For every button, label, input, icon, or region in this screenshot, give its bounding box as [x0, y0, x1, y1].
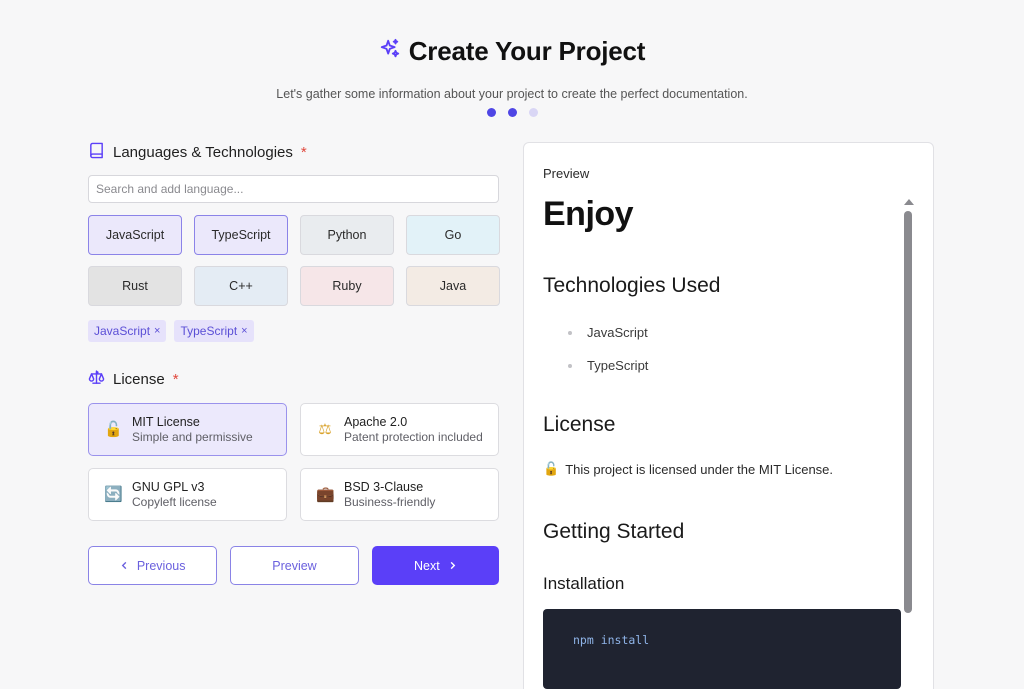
page-title: Create Your Project: [408, 36, 646, 66]
language-option-label: C++: [229, 279, 253, 293]
chip-label: TypeScript: [180, 324, 238, 338]
language-option-go[interactable]: Go: [406, 215, 500, 255]
scales-icon: ⚖: [318, 420, 332, 438]
languages-heading-text: Languages & Technologies: [113, 144, 293, 161]
license-option-gpl[interactable]: 🔄 GNU GPL v3 Copyleft license: [88, 468, 287, 521]
next-button-label: Next: [413, 558, 440, 573]
step-dot-3: [528, 108, 538, 117]
scales-icon: [88, 369, 105, 390]
bullet-icon: [568, 363, 572, 368]
step-dot-2: [507, 108, 517, 117]
language-option-ruby[interactable]: Ruby: [300, 266, 394, 306]
doc-getting-started-heading: Getting Started: [543, 520, 685, 543]
sparkles-icon: [379, 38, 401, 65]
code-text: npm install: [573, 633, 650, 647]
language-grid: JavaScript TypeScript Python Go Rust C++…: [88, 215, 500, 306]
scroll-up-arrow-icon[interactable]: [904, 199, 914, 205]
language-option-rust[interactable]: Rust: [88, 266, 182, 306]
language-search-input[interactable]: [88, 175, 499, 203]
license-description: Simple and permissive: [132, 430, 253, 444]
language-option-label: Go: [444, 228, 462, 242]
unlocked-icon: 🔓: [543, 461, 560, 476]
required-mark: *: [300, 144, 307, 161]
license-heading-text: License: [113, 371, 165, 388]
license-description: Patent protection included: [344, 430, 483, 444]
unlocked-icon: 🔓: [104, 420, 123, 438]
chip-label: JavaScript: [94, 324, 151, 338]
refresh-icon: 🔄: [104, 485, 123, 503]
license-heading: License *: [88, 369, 499, 390]
required-mark: *: [172, 371, 179, 388]
language-option-javascript[interactable]: JavaScript: [88, 215, 182, 255]
license-description: Copyleft license: [132, 495, 217, 509]
bullet-icon: [568, 330, 572, 335]
language-option-typescript[interactable]: TypeScript: [194, 215, 288, 255]
doc-license-line: 🔓 This project is licensed under the MIT…: [543, 461, 901, 477]
license-description: Business-friendly: [344, 495, 436, 509]
license-name: Apache 2.0: [344, 415, 408, 429]
languages-heading: Languages & Technologies *: [88, 142, 499, 163]
step-indicator: [0, 108, 1024, 117]
preview-panel: Preview Enjoy Technologies Used JavaScri…: [523, 142, 934, 689]
language-option-label: Rust: [122, 279, 148, 293]
license-option-bsd[interactable]: 💼 BSD 3-Clause Business-friendly: [300, 468, 499, 521]
page-subtitle: Let's gather some information about your…: [276, 87, 748, 101]
book-icon: [88, 142, 105, 163]
language-option-python[interactable]: Python: [300, 215, 394, 255]
language-option-label: Python: [327, 228, 367, 242]
title-row: Create Your Project: [0, 36, 1024, 67]
wizard-navigation: Previous Preview Next: [88, 546, 499, 585]
language-option-label: TypeScript: [211, 228, 271, 242]
language-option-cpp[interactable]: C++: [194, 266, 288, 306]
doc-installation-heading: Installation: [543, 574, 625, 593]
doc-license-text: This project is licensed under the MIT L…: [565, 461, 834, 477]
language-option-label: Java: [439, 279, 467, 293]
doc-tech-list: JavaScript TypeScript: [543, 325, 901, 373]
chevron-right-icon: [448, 559, 457, 573]
selected-language-chip: JavaScript ×: [88, 320, 167, 342]
code-block: npm install: [543, 609, 901, 689]
preview-document: Enjoy Technologies Used JavaScript TypeS…: [543, 195, 901, 689]
selected-language-chip: TypeScript ×: [174, 320, 254, 342]
preview-button[interactable]: Preview: [230, 546, 359, 585]
doc-tech-heading: Technologies Used: [543, 274, 721, 297]
language-option-label: JavaScript: [105, 228, 165, 242]
page: Create Your Project Let's gather some in…: [0, 0, 1024, 689]
license-option-apache[interactable]: ⚖ Apache 2.0 Patent protection included: [300, 403, 499, 456]
preview-button-label: Preview: [272, 558, 317, 573]
license-name: GNU GPL v3: [132, 480, 205, 494]
form-column: Languages & Technologies * JavaScript Ty…: [88, 142, 500, 585]
language-option-java[interactable]: Java: [406, 266, 500, 306]
language-option-label: Ruby: [332, 279, 362, 293]
previous-button-label: Previous: [136, 558, 186, 573]
remove-chip-button[interactable]: ×: [241, 325, 247, 337]
preview-scrollbar[interactable]: [904, 199, 914, 619]
chevron-left-icon: [120, 559, 129, 573]
list-item: JavaScript: [568, 325, 901, 340]
next-button[interactable]: Next: [371, 546, 499, 585]
license-option-mit[interactable]: 🔓 MIT License Simple and permissive: [88, 403, 287, 456]
briefcase-icon: 💼: [316, 485, 335, 503]
license-name: BSD 3-Clause: [344, 480, 424, 494]
selected-languages: JavaScript × TypeScript ×: [88, 320, 499, 342]
license-name: MIT License: [132, 415, 200, 429]
step-dot-1: [486, 108, 496, 117]
remove-chip-button[interactable]: ×: [154, 325, 160, 337]
preview-panel-label: Preview: [543, 166, 590, 181]
doc-license-heading: License: [543, 413, 616, 436]
previous-button[interactable]: Previous: [88, 546, 218, 585]
list-item-text: JavaScript: [587, 325, 648, 340]
doc-title: Enjoy: [543, 195, 634, 233]
list-item: TypeScript: [568, 358, 901, 373]
header: Create Your Project Let's gather some in…: [0, 36, 1024, 117]
license-grid: 🔓 MIT License Simple and permissive ⚖ Ap…: [88, 403, 499, 521]
scroll-thumb[interactable]: [904, 211, 912, 613]
list-item-text: TypeScript: [587, 358, 649, 373]
